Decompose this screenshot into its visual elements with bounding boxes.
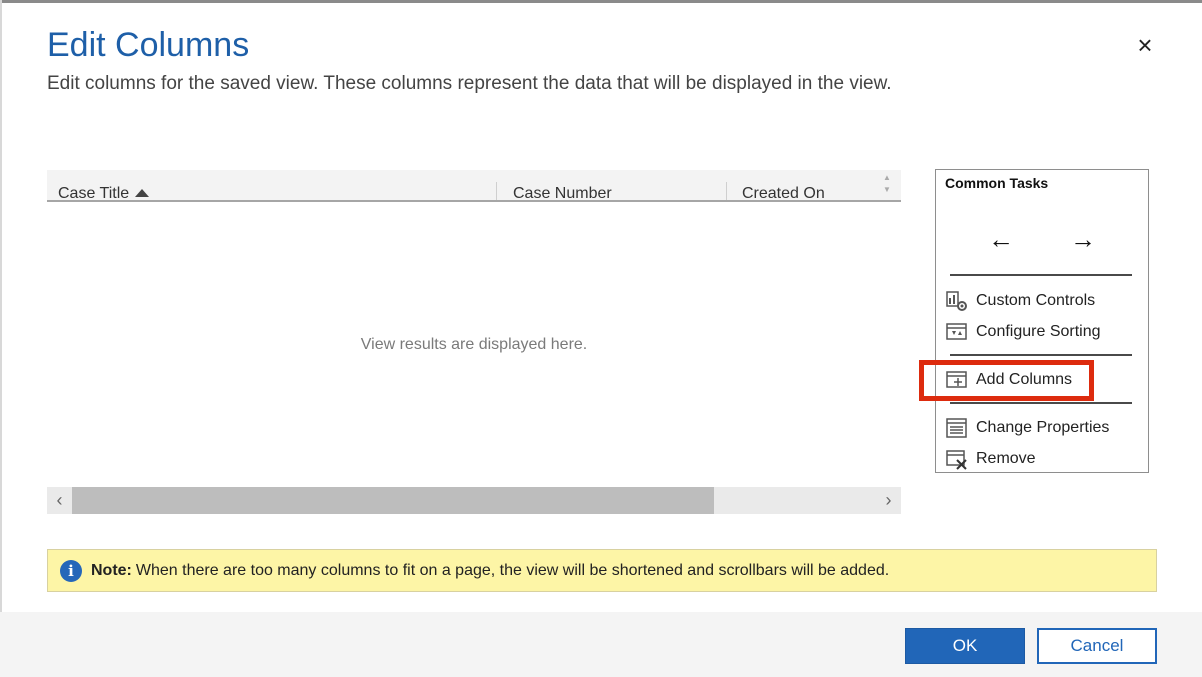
common-tasks-title: Common Tasks <box>945 175 1049 191</box>
window-left-border <box>0 0 2 677</box>
note-label: Note: <box>91 561 132 579</box>
scroll-right-icon[interactable]: › <box>876 487 901 514</box>
configure-sorting-icon <box>946 321 968 343</box>
column-divider[interactable] <box>496 182 497 200</box>
dialog-footer: OK Cancel <box>0 612 1202 677</box>
custom-controls-button[interactable]: Custom Controls <box>946 288 1095 314</box>
dialog-subtitle: Edit columns for the saved view. These c… <box>47 73 892 94</box>
configure-sorting-button[interactable]: Configure Sorting <box>946 319 1101 345</box>
column-header-case-title[interactable]: Case Title <box>58 170 498 202</box>
column-header-case-number[interactable]: Case Number <box>513 170 723 202</box>
move-left-icon[interactable]: ← <box>984 224 1018 254</box>
column-header-label: Created On <box>742 185 825 202</box>
column-divider[interactable] <box>726 182 727 200</box>
task-label: Change Properties <box>976 419 1110 436</box>
remove-icon <box>946 448 968 470</box>
note-message: When there are too many columns to fit o… <box>135 561 890 579</box>
change-properties-button[interactable]: Change Properties <box>946 415 1109 441</box>
horizontal-scrollbar[interactable]: ‹ › <box>47 487 901 514</box>
move-right-icon[interactable]: → <box>1066 224 1100 254</box>
close-icon[interactable]: × <box>1133 32 1157 58</box>
add-columns-button[interactable]: Add Columns <box>946 367 1072 393</box>
cancel-button[interactable]: Cancel <box>1037 628 1157 664</box>
add-columns-icon <box>946 369 968 391</box>
common-tasks-panel: Common Tasks ← → Custom Controls Configu… <box>935 169 1149 473</box>
change-properties-icon <box>946 417 968 439</box>
dialog-title: Edit Columns <box>47 26 250 64</box>
ok-button[interactable]: OK <box>905 628 1025 664</box>
scroll-down-icon[interactable]: ▼ <box>876 184 898 196</box>
task-label: Add Columns <box>976 371 1073 388</box>
scrollbar-thumb[interactable] <box>72 487 714 514</box>
remove-button[interactable]: Remove <box>946 446 1036 472</box>
divider <box>950 354 1132 356</box>
note-banner: i Note: When there are too many columns t… <box>47 549 1157 592</box>
columns-grid: Case Title Case Number Created On ▲ ▼ Vi… <box>47 170 901 515</box>
sort-ascending-icon <box>135 189 150 197</box>
column-header-label: Case Number <box>513 185 612 202</box>
vertical-scrollbar[interactable]: ▲ ▼ <box>876 172 898 200</box>
task-label: Custom Controls <box>976 292 1096 309</box>
task-label: Configure Sorting <box>976 323 1101 340</box>
grid-header: Case Title Case Number Created On ▲ ▼ <box>47 170 901 202</box>
divider <box>950 274 1132 276</box>
scroll-up-icon[interactable]: ▲ <box>876 172 898 184</box>
note-text: Note: When there are too many columns to … <box>91 562 889 580</box>
custom-controls-icon <box>946 290 968 312</box>
task-label: Remove <box>976 450 1036 467</box>
window-top-border <box>0 0 1202 3</box>
empty-results-message: View results are displayed here. <box>360 336 588 353</box>
column-header-label: Case Title <box>58 185 130 202</box>
column-header-created-on[interactable]: Created On <box>742 170 872 202</box>
info-icon: i <box>60 559 82 582</box>
divider <box>950 402 1132 404</box>
scroll-left-icon[interactable]: ‹ <box>47 487 72 514</box>
